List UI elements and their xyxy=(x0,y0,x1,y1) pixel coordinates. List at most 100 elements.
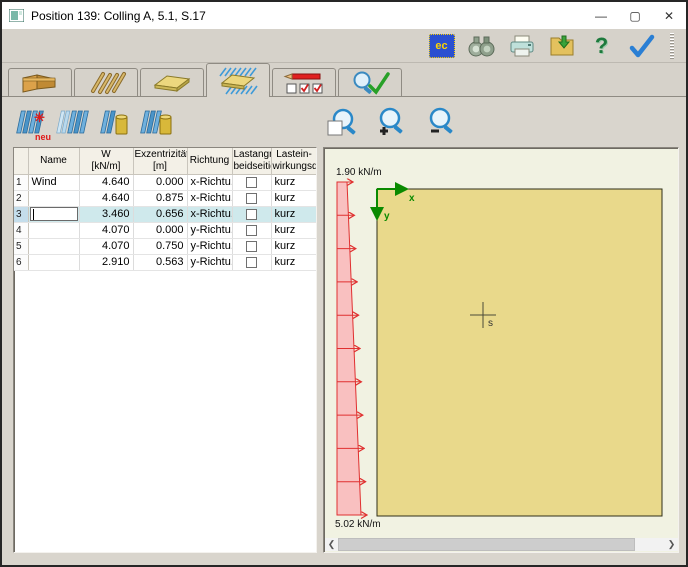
horizontal-scrollbar[interactable]: ❮ ❯ xyxy=(325,538,678,551)
cell-richtung[interactable]: x-Richtu... xyxy=(187,174,232,190)
maximize-button[interactable]: ▢ xyxy=(618,2,652,29)
load-bottom-value: 5.02 kN/m xyxy=(335,519,381,530)
cell-w[interactable]: 4.070 xyxy=(79,238,133,254)
table-row[interactable]: 6 2.910 0.563 y-Richtu... kurz xyxy=(14,254,317,270)
cell-w[interactable]: 3.460 xyxy=(79,206,133,222)
beidseitig-checkbox[interactable] xyxy=(246,209,257,220)
diagram-panel[interactable]: 1.90 kN/m 5.02 kN/m x y s ❮ ❯ xyxy=(323,147,679,553)
scrollbar-track[interactable] xyxy=(338,538,665,551)
cell-richtung[interactable]: y-Richtu... xyxy=(187,222,232,238)
neu-label: neu xyxy=(35,132,51,142)
cell-name[interactable]: Wind xyxy=(28,174,79,190)
zoom-in-button[interactable] xyxy=(370,106,408,140)
toolbar-gripper xyxy=(670,33,674,59)
table-row-selected[interactable]: 3 3.460 0.656 x-Richtu... kurz xyxy=(14,206,317,222)
tab-walls[interactable] xyxy=(8,68,72,97)
window-title: Position 139: Colling A, 5.1, S.17 xyxy=(31,9,584,23)
help-button[interactable]: ? xyxy=(588,32,615,59)
tabbar xyxy=(8,63,404,97)
beidseitig-checkbox[interactable] xyxy=(246,193,257,204)
zoom-in-icon xyxy=(371,107,407,139)
zoom-window-button[interactable] xyxy=(324,106,362,140)
cell-name[interactable] xyxy=(28,238,79,254)
plate-load-diagram xyxy=(324,148,678,538)
folder-download-icon xyxy=(549,34,575,58)
delete-load-button[interactable] xyxy=(96,106,134,140)
tab-loads[interactable] xyxy=(206,63,270,97)
cell-dauer[interactable]: kurz xyxy=(271,238,317,254)
scroll-right-button[interactable]: ❯ xyxy=(665,538,678,551)
beidseitig-checkbox[interactable] xyxy=(246,241,257,252)
joists-icon xyxy=(85,70,127,96)
tab-sheathing[interactable] xyxy=(140,68,204,97)
zoom-out-button[interactable] xyxy=(420,106,458,140)
scroll-left-button[interactable]: ❮ xyxy=(325,538,338,551)
cell-dauer[interactable]: kurz xyxy=(271,174,317,190)
table-row[interactable]: 4 4.070 0.000 y-Richtu... kurz xyxy=(14,222,317,238)
ok-button[interactable] xyxy=(628,32,655,59)
tab-results[interactable] xyxy=(338,68,402,97)
new-load-button[interactable]: ✳ neu xyxy=(12,106,50,140)
search-button[interactable] xyxy=(468,32,495,59)
table-row[interactable]: 5 4.070 0.750 y-Richtu... kurz xyxy=(14,238,317,254)
cell-richtung[interactable]: y-Richtu... xyxy=(187,238,232,254)
titlebar: Position 139: Colling A, 5.1, S.17 — ▢ ✕ xyxy=(2,2,686,29)
delete-all-loads-icon xyxy=(139,108,175,138)
cell-exz[interactable]: 0.563 xyxy=(133,254,187,270)
copy-load-icon xyxy=(55,108,91,138)
cell-dauer[interactable]: kurz xyxy=(271,190,317,206)
load-table: Name W [kN/m] Exzentrizität [m] Richtung… xyxy=(14,148,317,271)
table-row[interactable]: 2 4.640 0.875 x-Richtu... kurz xyxy=(14,190,317,206)
app-icon xyxy=(9,9,24,22)
print-button[interactable] xyxy=(508,32,535,59)
col-header-richtung[interactable]: Richtung xyxy=(187,148,232,174)
col-header-exzentrizitaet[interactable]: Exzentrizität [m] xyxy=(133,148,187,174)
save-button[interactable] xyxy=(548,32,575,59)
cell-exz[interactable]: 0.875 xyxy=(133,190,187,206)
beidseitig-checkbox[interactable] xyxy=(246,257,257,268)
window-controls: — ▢ ✕ xyxy=(584,2,686,29)
minimize-button[interactable]: — xyxy=(584,2,618,29)
beidseitig-checkbox[interactable] xyxy=(246,177,257,188)
name-edit-input[interactable] xyxy=(30,207,78,221)
table-row[interactable]: 1 Wind 4.640 0.000 x-Richtu... kurz xyxy=(14,174,317,190)
cell-dauer[interactable]: kurz xyxy=(271,222,317,238)
copy-load-button[interactable] xyxy=(54,106,92,140)
cell-exz[interactable]: 0.000 xyxy=(133,174,187,190)
checkmark-icon xyxy=(628,34,655,58)
cell-dauer[interactable]: kurz xyxy=(271,206,317,222)
walls-icon xyxy=(19,70,61,96)
col-header-w[interactable]: W [kN/m] xyxy=(79,148,133,174)
scrollbar-thumb[interactable] xyxy=(338,538,635,551)
cell-dauer[interactable]: kurz xyxy=(271,254,317,270)
cell-exz[interactable]: 0.656 xyxy=(133,206,187,222)
cell-w[interactable]: 4.640 xyxy=(79,190,133,206)
cell-richtung[interactable]: x-Richtu... xyxy=(187,206,232,222)
cell-name[interactable] xyxy=(28,222,79,238)
main-toolbar: ec ? xyxy=(2,29,686,63)
cell-exz[interactable]: 0.000 xyxy=(133,222,187,238)
cell-w[interactable]: 4.640 xyxy=(79,174,133,190)
app-window: Position 139: Colling A, 5.1, S.17 — ▢ ✕… xyxy=(0,0,688,567)
tab-joists[interactable] xyxy=(74,68,138,97)
col-header-lastangriff[interactable]: Lastangriff beidseitig xyxy=(232,148,271,174)
close-button[interactable]: ✕ xyxy=(652,2,686,29)
delete-all-loads-button[interactable] xyxy=(138,106,176,140)
eurocode-button[interactable]: ec xyxy=(428,32,455,59)
cell-richtung[interactable]: x-Richtu... xyxy=(187,190,232,206)
zoom-window-icon xyxy=(325,107,361,139)
cell-richtung[interactable]: y-Richtu... xyxy=(187,254,232,270)
col-header-lasteinwirkungsdauer[interactable]: Lastein- wirkungsdauer xyxy=(271,148,317,174)
beidseitig-checkbox[interactable] xyxy=(246,225,257,236)
tab-options[interactable] xyxy=(272,68,336,97)
cell-name[interactable] xyxy=(28,190,79,206)
question-icon: ? xyxy=(595,33,608,59)
svg-text:✳: ✳ xyxy=(34,110,45,125)
col-header-name[interactable]: Name xyxy=(28,148,79,174)
x-axis-label: x xyxy=(409,193,415,204)
binoculars-icon xyxy=(468,34,495,58)
cell-w[interactable]: 4.070 xyxy=(79,222,133,238)
cell-exz[interactable]: 0.750 xyxy=(133,238,187,254)
cell-name[interactable] xyxy=(28,254,79,270)
cell-w[interactable]: 2.910 xyxy=(79,254,133,270)
